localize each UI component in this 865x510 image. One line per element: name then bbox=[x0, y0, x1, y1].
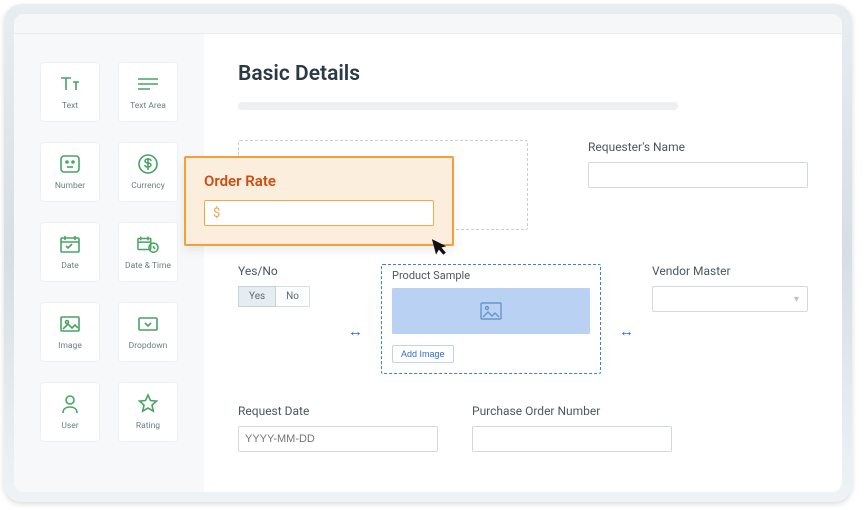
request-date-input[interactable] bbox=[238, 426, 438, 452]
field-label: Purchase Order Number bbox=[472, 404, 672, 418]
field-vendor-master: Vendor Master ▾ bbox=[652, 264, 808, 312]
palette-label: Date & Time bbox=[125, 261, 171, 271]
palette-rating[interactable]: Rating bbox=[118, 382, 178, 442]
palette-label: Date bbox=[61, 261, 79, 271]
form-row-3: Request Date Purchase Order Number bbox=[238, 404, 808, 452]
currency-prefix: $ bbox=[213, 206, 220, 221]
datetime-icon bbox=[137, 233, 159, 255]
palette-label: Text bbox=[62, 101, 78, 111]
palette-datetime[interactable]: Date & Time bbox=[118, 222, 178, 282]
field-requester-name: Requester's Name bbox=[588, 140, 808, 230]
yesno-toggle: Yes No bbox=[238, 286, 330, 307]
progress-bar bbox=[238, 102, 678, 110]
palette-text[interactable]: Text bbox=[40, 62, 100, 122]
palette-user[interactable]: User bbox=[40, 382, 100, 442]
palette-dropdown[interactable]: Dropdown bbox=[118, 302, 178, 362]
date-icon bbox=[59, 233, 81, 255]
field-palette: Text Text Area Number bbox=[14, 34, 204, 492]
palette-label: Text Area bbox=[130, 101, 166, 111]
resize-handle-right-icon[interactable]: ↔ bbox=[619, 322, 634, 340]
palette-textarea[interactable]: Text Area bbox=[118, 62, 178, 122]
currency-icon bbox=[137, 153, 159, 175]
user-icon bbox=[59, 393, 81, 415]
no-button[interactable]: No bbox=[276, 286, 310, 307]
field-yesno: Yes/No Yes No bbox=[238, 264, 330, 307]
textarea-icon bbox=[137, 73, 159, 95]
palette-label: Image bbox=[58, 341, 82, 351]
text-icon bbox=[59, 73, 81, 95]
app-window: Text Text Area Number bbox=[14, 14, 842, 492]
image-drop-zone[interactable] bbox=[392, 288, 590, 334]
dropdown-icon bbox=[137, 313, 159, 335]
window-titlebar bbox=[14, 14, 842, 34]
palette-label: Rating bbox=[136, 421, 160, 431]
field-label: Yes/No bbox=[238, 264, 330, 278]
field-label: Product Sample bbox=[392, 269, 590, 282]
palette-currency[interactable]: Currency bbox=[118, 142, 178, 202]
chevron-down-icon: ▾ bbox=[794, 294, 799, 305]
po-number-input[interactable] bbox=[472, 426, 672, 452]
image-icon bbox=[59, 313, 81, 335]
order-rate-input[interactable]: $ bbox=[204, 200, 434, 226]
field-label: Requester's Name bbox=[588, 140, 808, 154]
field-request-date: Request Date bbox=[238, 404, 438, 452]
number-icon bbox=[59, 153, 81, 175]
field-label: Vendor Master bbox=[652, 264, 808, 278]
field-product-sample[interactable]: Product Sample Add Image bbox=[381, 264, 601, 374]
palette-date[interactable]: Date bbox=[40, 222, 100, 282]
field-po-number: Purchase Order Number bbox=[472, 404, 672, 452]
page-title: Basic Details bbox=[238, 62, 808, 86]
field-label: Request Date bbox=[238, 404, 438, 418]
add-image-button[interactable]: Add Image bbox=[392, 345, 454, 363]
form-row-2: Yes/No Yes No ↔ Product Sample Add Image bbox=[238, 264, 808, 374]
vendor-master-select[interactable]: ▾ bbox=[652, 286, 808, 312]
palette-label: User bbox=[61, 421, 78, 431]
order-rate-dragging-card[interactable]: Order Rate $ bbox=[184, 156, 454, 246]
palette-image[interactable]: Image bbox=[40, 302, 100, 362]
device-frame: Text Text Area Number bbox=[4, 4, 852, 502]
palette-label: Dropdown bbox=[129, 341, 168, 351]
rating-icon bbox=[137, 393, 159, 415]
content-area: Text Text Area Number bbox=[14, 34, 842, 492]
yes-button[interactable]: Yes bbox=[238, 286, 276, 307]
requester-name-input[interactable] bbox=[588, 162, 808, 188]
image-placeholder-icon bbox=[479, 301, 503, 321]
palette-label: Currency bbox=[131, 181, 165, 191]
palette-number[interactable]: Number bbox=[40, 142, 100, 202]
order-rate-title: Order Rate bbox=[204, 172, 434, 190]
resize-handle-left-icon[interactable]: ↔ bbox=[348, 322, 363, 340]
form-canvas: Basic Details Requester's Name Yes/No bbox=[204, 34, 842, 492]
palette-label: Number bbox=[55, 181, 85, 191]
